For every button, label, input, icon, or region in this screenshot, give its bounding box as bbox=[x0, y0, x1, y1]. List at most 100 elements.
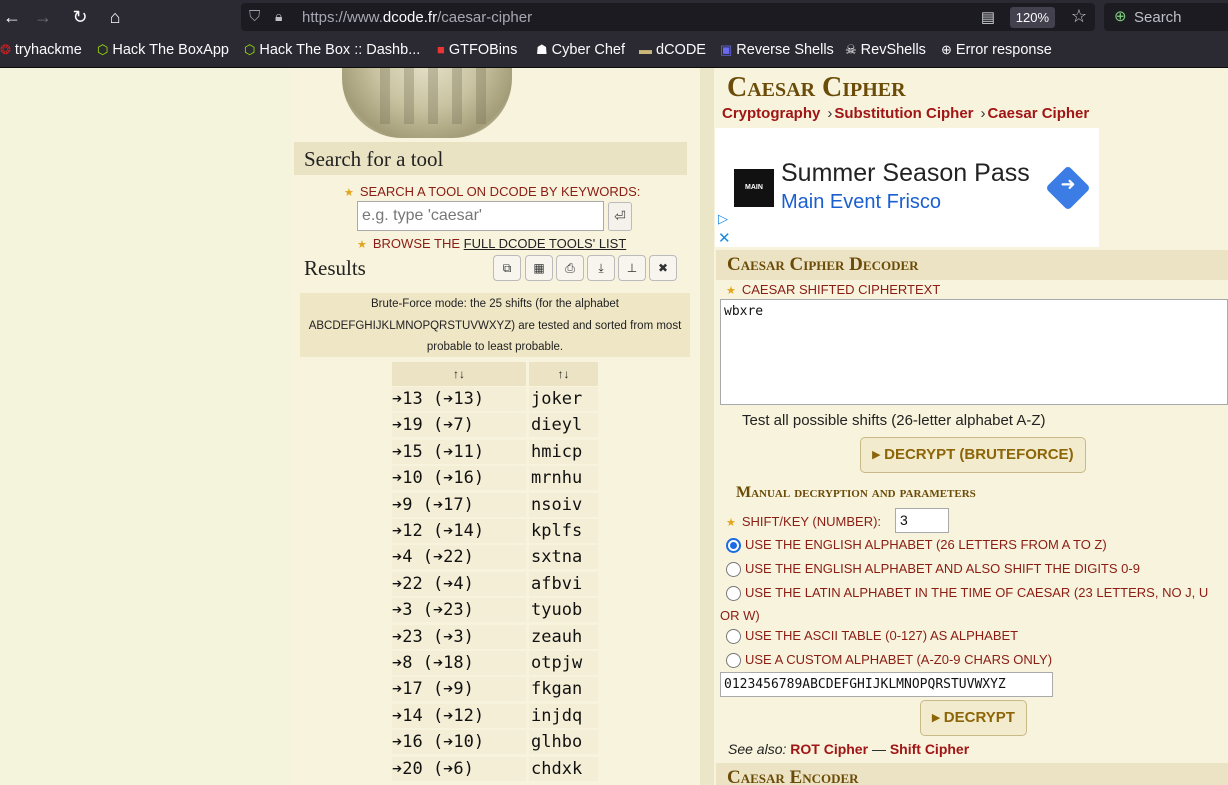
breadcrumb-substitution[interactable]: Substitution Cipher bbox=[834, 105, 973, 122]
home-icon[interactable]: ⌂ bbox=[103, 5, 127, 29]
browse-tools-line: ★ BROWSE THE FULL DCODE TOOLS' LIST bbox=[357, 236, 627, 251]
ciphertext-label: ★ CAESAR SHIFTED CIPHERTEXT bbox=[726, 282, 941, 297]
radio-ascii-table[interactable] bbox=[726, 629, 741, 644]
bookmark-revshells[interactable]: ☠ RevShells bbox=[845, 42, 926, 58]
radio-english-digits[interactable] bbox=[726, 562, 741, 577]
table-row: ➔12 (➔14) kplfs bbox=[392, 519, 598, 543]
adchoices-icon[interactable]: ▷ bbox=[718, 211, 728, 227]
table-row: ➔14 (➔12) injdq bbox=[392, 704, 598, 728]
ad-title[interactable]: Summer Season Pass bbox=[781, 159, 1030, 188]
back-icon[interactable]: ← bbox=[0, 5, 24, 29]
table-row: ➔13 (➔13) joker bbox=[392, 387, 598, 411]
bookmark-htb-dashboard[interactable]: ⬡ Hack The Box :: Dashb... bbox=[244, 42, 420, 58]
zoom-level[interactable]: 120% bbox=[1009, 7, 1055, 28]
forward-icon[interactable]: → bbox=[31, 5, 55, 29]
ad-subtitle[interactable]: Main Event Frisco bbox=[781, 191, 941, 214]
advertisement[interactable]: MAIN EVENT Summer Season Pass Main Event… bbox=[715, 128, 1099, 247]
table-row: ➔16 (➔10) glhbo bbox=[392, 730, 598, 754]
bookmark-dcode[interactable]: ▬ dCODE bbox=[639, 42, 706, 58]
test-all-label: Test all possible shifts (26-letter alph… bbox=[742, 412, 1046, 429]
sort-shift-header[interactable]: ↑↓ bbox=[392, 362, 526, 386]
close-results-button[interactable]: ✖ bbox=[649, 255, 677, 281]
url-bar[interactable]: ⛉ 🔒︎ https://www.dcode.fr/caesar-cipher … bbox=[241, 3, 1095, 31]
search-submit-button[interactable]: ⏎ bbox=[608, 202, 632, 231]
table-row: ➔10 (➔16) mrnhu bbox=[392, 466, 598, 490]
breadcrumb-caesar[interactable]: Caesar Cipher bbox=[988, 105, 1090, 122]
download-results-button[interactable]: ⤓ bbox=[587, 255, 615, 281]
reader-view-icon[interactable]: ▤ bbox=[981, 8, 995, 26]
decrypt-button[interactable]: ▸ DECRYPT bbox=[920, 700, 1027, 736]
option-english-alphabet[interactable]: USE THE ENGLISH ALPHABET (26 LETTERS FRO… bbox=[745, 537, 1107, 552]
ciphertext-textarea[interactable]: wbxre bbox=[720, 299, 1228, 405]
browser-search-box[interactable]: ⊕ Search bbox=[1104, 3, 1228, 31]
pin-results-button[interactable]: ⊥ bbox=[618, 255, 646, 281]
star-icon: ★ bbox=[726, 517, 736, 529]
sort-text-header[interactable]: ↑↓ bbox=[529, 362, 598, 386]
table-row: ➔22 (➔4) afbvi bbox=[392, 572, 598, 596]
print-results-button[interactable]: ⎙ bbox=[556, 255, 584, 281]
ad-close-icon[interactable]: ✕ bbox=[718, 229, 731, 247]
search-tool-heading: Search for a tool bbox=[294, 142, 687, 175]
search-engine-icon: ⊕ bbox=[1114, 8, 1127, 25]
ad-directions-icon[interactable]: ➜ bbox=[1045, 165, 1091, 211]
rot-cipher-link[interactable]: ROT Cipher bbox=[790, 741, 868, 757]
shield-icon[interactable]: ⛉ bbox=[249, 8, 265, 26]
shift-label: ★ SHIFT/KEY (NUMBER): bbox=[726, 514, 882, 529]
bookmarks-bar: ❂ tryhackme ⬡ Hack The BoxApp ⬡ Hack The Bo… bbox=[0, 34, 1228, 68]
full-tools-list-link[interactable]: FULL DCODE TOOLS' LIST bbox=[464, 236, 627, 251]
bookmark-reverse-shells[interactable]: ▣ Reverse Shells bbox=[720, 42, 834, 58]
bookmark-star-icon[interactable]: ☆ bbox=[1071, 6, 1087, 27]
table-row: ➔20 (➔6) chdxk bbox=[392, 757, 598, 781]
search-label: Search bbox=[1134, 9, 1182, 26]
column-divider bbox=[700, 68, 714, 785]
table-row: ➔8 (➔18) otpjw bbox=[392, 651, 598, 675]
star-icon: ★ bbox=[357, 239, 367, 251]
decoder-heading: Caesar Cipher Decoder bbox=[716, 250, 1228, 280]
reload-icon[interactable]: ↻ bbox=[68, 5, 92, 29]
copy-results-button[interactable]: ⧉ bbox=[493, 255, 521, 281]
table-row: ➔4 (➔22) sxtna bbox=[392, 545, 598, 569]
see-also: See also: ROT Cipher — Shift Cipher bbox=[728, 741, 970, 757]
option-english-digits[interactable]: USE THE ENGLISH ALPHABET AND ALSO SHIFT … bbox=[745, 561, 1140, 576]
bookmark-error-response[interactable]: ⊕ Error response bbox=[941, 42, 1052, 58]
table-row: ➔15 (➔11) hmicp bbox=[392, 440, 598, 464]
option-latin-alphabet-cont[interactable]: OR W) bbox=[720, 608, 760, 623]
table-row: ➔23 (➔3) zeauh bbox=[392, 625, 598, 649]
custom-alphabet-input[interactable]: 0123456789ABCDEFGHIJKLMNOPQRSTUVWXYZ bbox=[720, 672, 1053, 697]
right-column: Caesar Cipher Cryptography › Substitution … bbox=[714, 68, 1228, 785]
left-column: Search for a tool ★ SEARCH A TOOL ON DCOD… bbox=[292, 68, 700, 785]
page-title: Caesar Cipher bbox=[727, 72, 906, 103]
radio-latin-alphabet[interactable] bbox=[726, 586, 741, 601]
breadcrumb-cryptography[interactable]: Cryptography bbox=[722, 105, 820, 122]
manual-decryption-heading: Manual decryption and parameters bbox=[736, 484, 976, 501]
shift-key-input[interactable]: 3 bbox=[895, 508, 949, 533]
star-icon: ★ bbox=[344, 187, 354, 199]
decrypt-bruteforce-button[interactable]: ▸ DECRYPT (BRUTEFORCE) bbox=[860, 437, 1086, 473]
bookmark-htb-app[interactable]: ⬡ Hack The BoxApp bbox=[97, 42, 229, 58]
ad-logo: MAIN EVENT bbox=[734, 169, 774, 229]
encoder-heading: Caesar Encoder bbox=[716, 763, 1228, 785]
cryptex-image bbox=[342, 68, 512, 140]
radio-custom-alphabet[interactable] bbox=[726, 653, 741, 668]
option-ascii-table[interactable]: USE THE ASCII TABLE (0-127) AS ALPHABET bbox=[745, 628, 1018, 643]
table-row: ➔17 (➔9) fkgan bbox=[392, 677, 598, 701]
option-custom-alphabet[interactable]: USE A CUSTOM ALPHABET (A-Z0-9 CHARS ONLY… bbox=[745, 652, 1052, 667]
bookmark-cyberchef[interactable]: ☗ Cyber Chef bbox=[536, 42, 625, 58]
lock-icon[interactable]: 🔒︎ bbox=[275, 8, 282, 25]
save-results-button[interactable]: ▦ bbox=[525, 255, 553, 281]
table-row: ➔9 (➔17) nsoiv bbox=[392, 493, 598, 517]
bruteforce-note: Brute-Force mode: the 25 shifts (for the… bbox=[300, 293, 690, 357]
radio-english-alphabet[interactable] bbox=[726, 538, 741, 553]
search-keywords-label: ★ SEARCH A TOOL ON DCODE BY KEYWORDS: bbox=[344, 184, 641, 199]
table-row: ➔19 (➔7) dieyl bbox=[392, 413, 598, 437]
bookmark-tryhackme[interactable]: ❂ tryhackme bbox=[0, 42, 82, 58]
tool-search-input[interactable]: e.g. type 'caesar' bbox=[357, 201, 604, 231]
bookmark-gtfobins[interactable]: ■ GTFOBins bbox=[437, 42, 517, 58]
shift-cipher-link[interactable]: Shift Cipher bbox=[890, 741, 969, 757]
breadcrumb: Cryptography › Substitution Cipher › Caesar … bbox=[722, 105, 1090, 122]
url-text[interactable]: https://www.dcode.fr/caesar-cipher bbox=[302, 9, 532, 26]
star-icon: ★ bbox=[726, 285, 736, 297]
table-row: ➔3 (➔23) tyuob bbox=[392, 598, 598, 622]
browser-toolbar: ← → ↻ ⌂ ⛉ 🔒︎ https://www.dcode.fr/caesar… bbox=[0, 0, 1228, 34]
option-latin-alphabet[interactable]: USE THE LATIN ALPHABET IN THE TIME OF CA… bbox=[745, 585, 1208, 600]
